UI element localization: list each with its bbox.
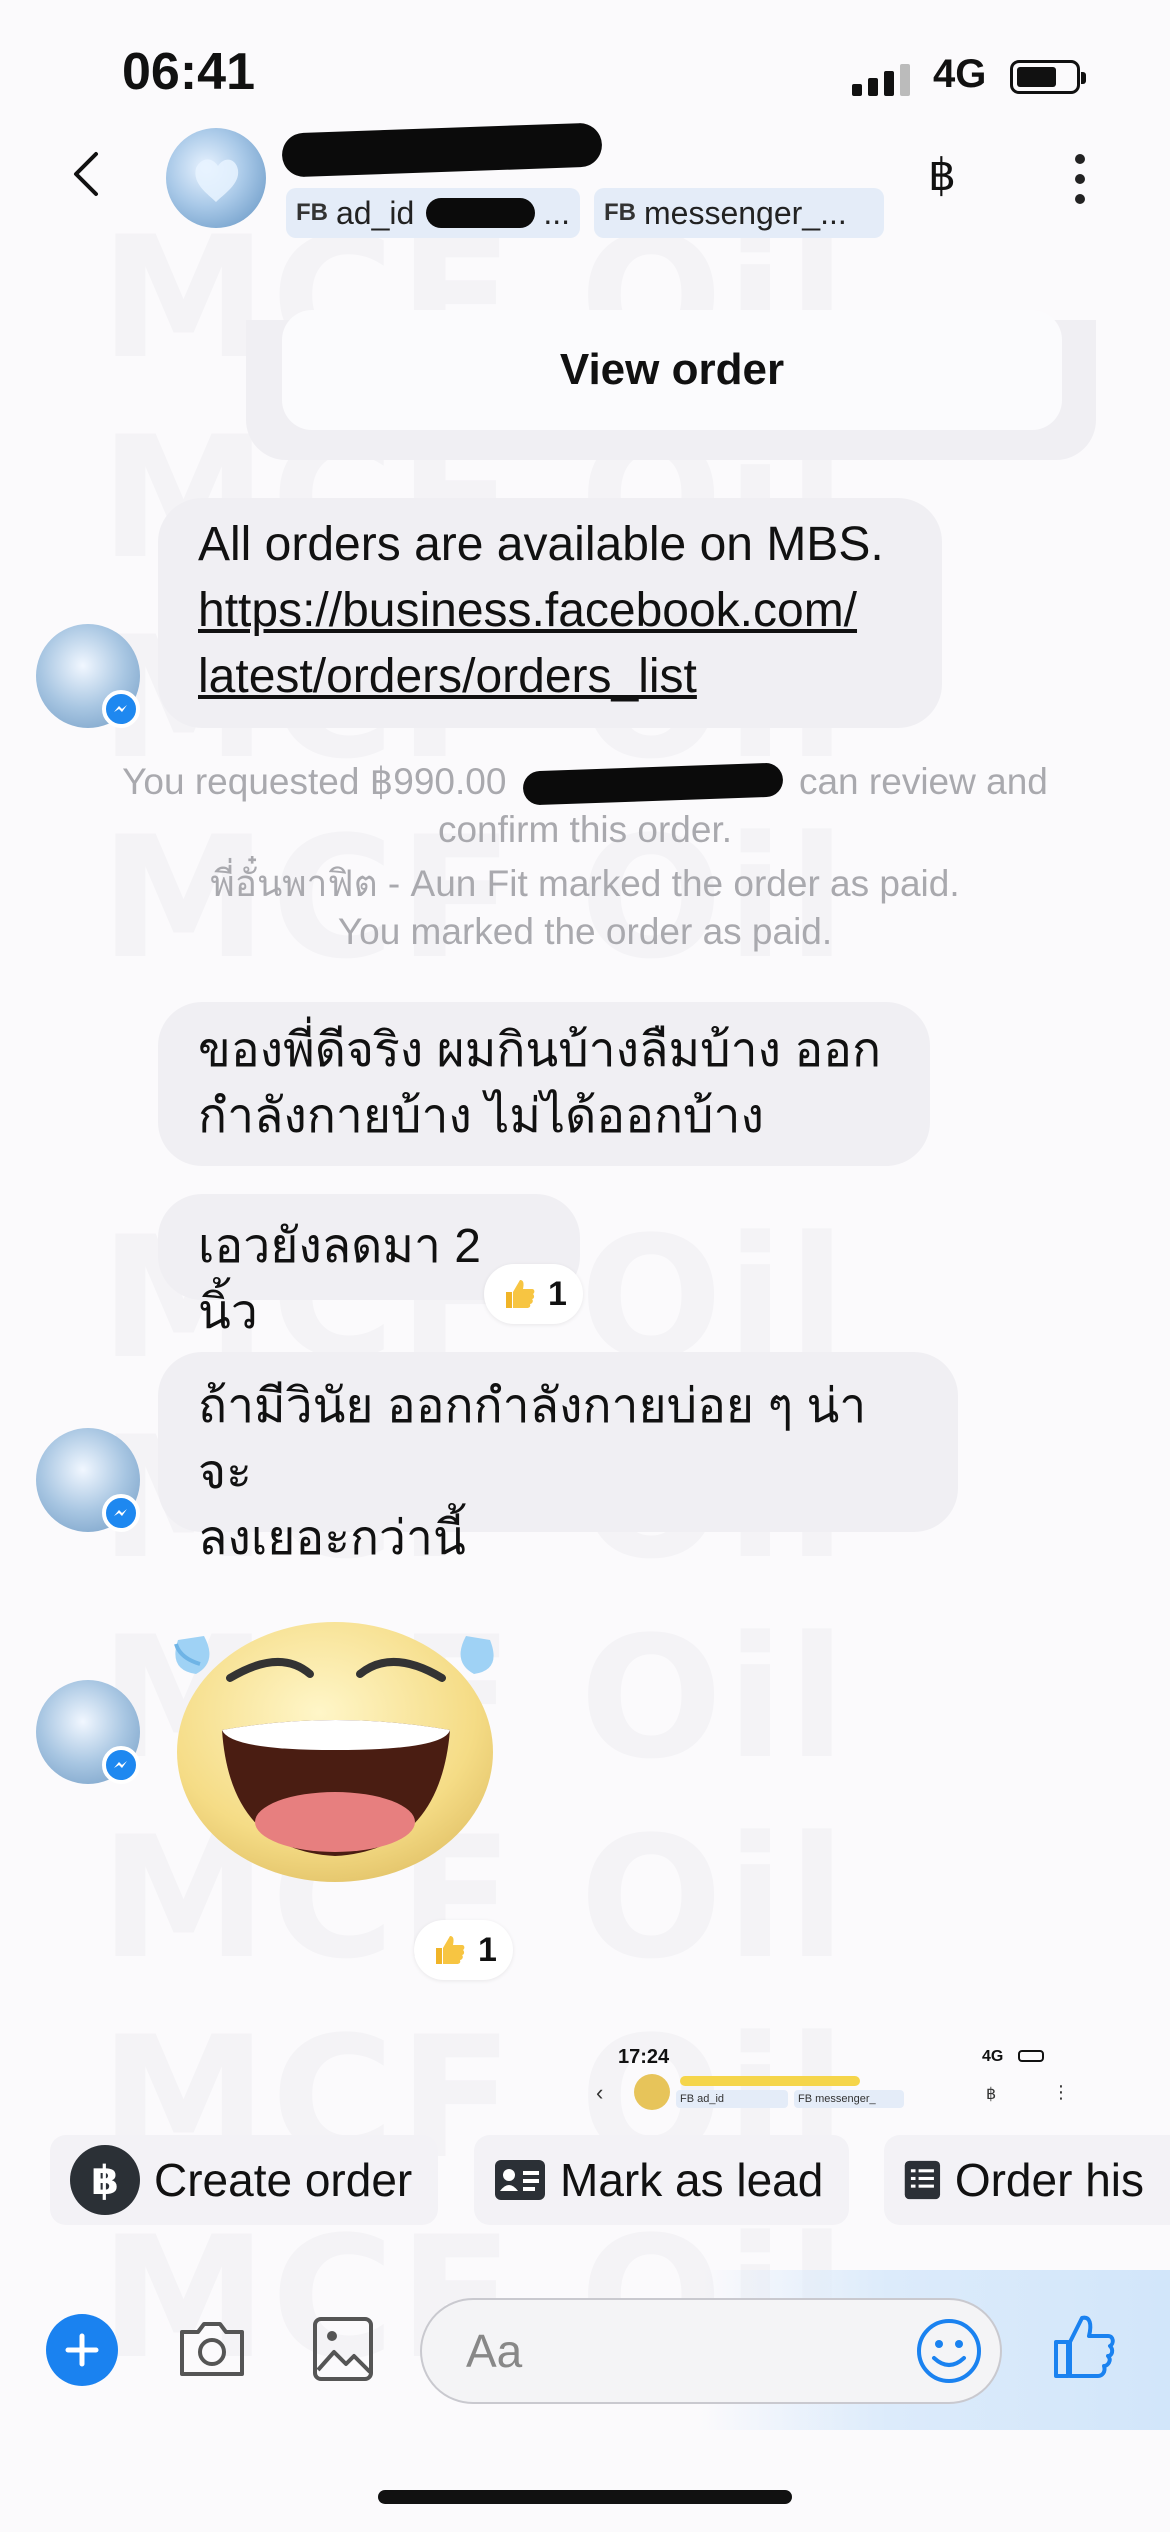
tag-messenger[interactable]: FB messenger_... <box>594 188 884 238</box>
system-message: You requested ฿990.00 can review and <box>0 758 1170 806</box>
mark-as-lead-button[interactable]: Mark as lead <box>474 2135 850 2225</box>
home-indicator <box>378 2490 792 2504</box>
thumbs-up-icon <box>436 1936 465 1964</box>
camera-icon[interactable] <box>176 2318 248 2385</box>
svg-text:฿: ฿ <box>91 2158 119 2204</box>
signal-icon <box>852 62 910 96</box>
message-bubble: ของพี่ดีจริง ผมกินบ้างลืมบ้าง ออก กำลังก… <box>158 1002 930 1166</box>
message-input[interactable]: Aa <box>420 2298 1002 2404</box>
status-time: 06:41 <box>122 43 255 101</box>
network-type: 4G <box>933 52 987 96</box>
more-options-icon[interactable] <box>1070 154 1090 204</box>
like-thumbs-up-icon[interactable] <box>1052 2310 1118 2387</box>
messenger-badge-icon <box>102 690 140 728</box>
messenger-badge-icon <box>102 1746 140 1784</box>
add-button[interactable] <box>46 2314 118 2386</box>
redacted-contact-name <box>281 122 603 178</box>
baht-circle-icon: ฿ <box>70 2145 140 2215</box>
contact-avatar[interactable] <box>166 128 266 228</box>
contact-card-icon <box>495 2160 545 2200</box>
thumbs-up-icon <box>506 1280 535 1308</box>
incoming-message: All orders are available on MBS. https:/… <box>158 498 942 728</box>
system-message: You marked the order as paid. <box>337 911 833 952</box>
system-message: confirm this order. <box>437 809 733 850</box>
baht-icon[interactable]: ฿ <box>928 150 956 201</box>
orders-link[interactable]: https://business.facebook.com/ <box>198 578 902 644</box>
reaction-badge[interactable]: 1 <box>414 1920 513 1980</box>
gallery-icon[interactable] <box>312 2316 374 2387</box>
emoji-icon[interactable] <box>916 2318 982 2389</box>
orders-link[interactable]: latest/orders/orders_list <box>198 644 902 710</box>
list-document-icon <box>904 2160 941 2200</box>
attached-screenshot[interactable]: 17:24 4G ‹ FB ad_id FB messenger_ ฿ ⋮ <box>590 2040 1090 2110</box>
system-message: พี่อั๋นพาฟิต - Aun Fit marked the order … <box>210 863 960 904</box>
plus-icon <box>65 2333 99 2367</box>
view-order-button[interactable]: View order <box>282 310 1062 430</box>
messenger-badge-icon <box>102 1494 140 1532</box>
create-order-button[interactable]: ฿ Create order <box>50 2135 439 2225</box>
back-icon[interactable] <box>62 148 114 200</box>
tag-ad-id[interactable]: FB ad_id ... <box>286 188 580 238</box>
order-history-button[interactable]: Order his <box>884 2135 1170 2225</box>
reaction-badge[interactable]: 1 <box>484 1264 583 1324</box>
battery-icon <box>1010 60 1086 94</box>
incoming-message: ถ้ามีวินัย ออกกำลังกายบ่อย ๆ น่าจะ ลงเยอ… <box>158 1352 958 1565</box>
laughing-tears-emoji-icon <box>174 1622 494 1882</box>
